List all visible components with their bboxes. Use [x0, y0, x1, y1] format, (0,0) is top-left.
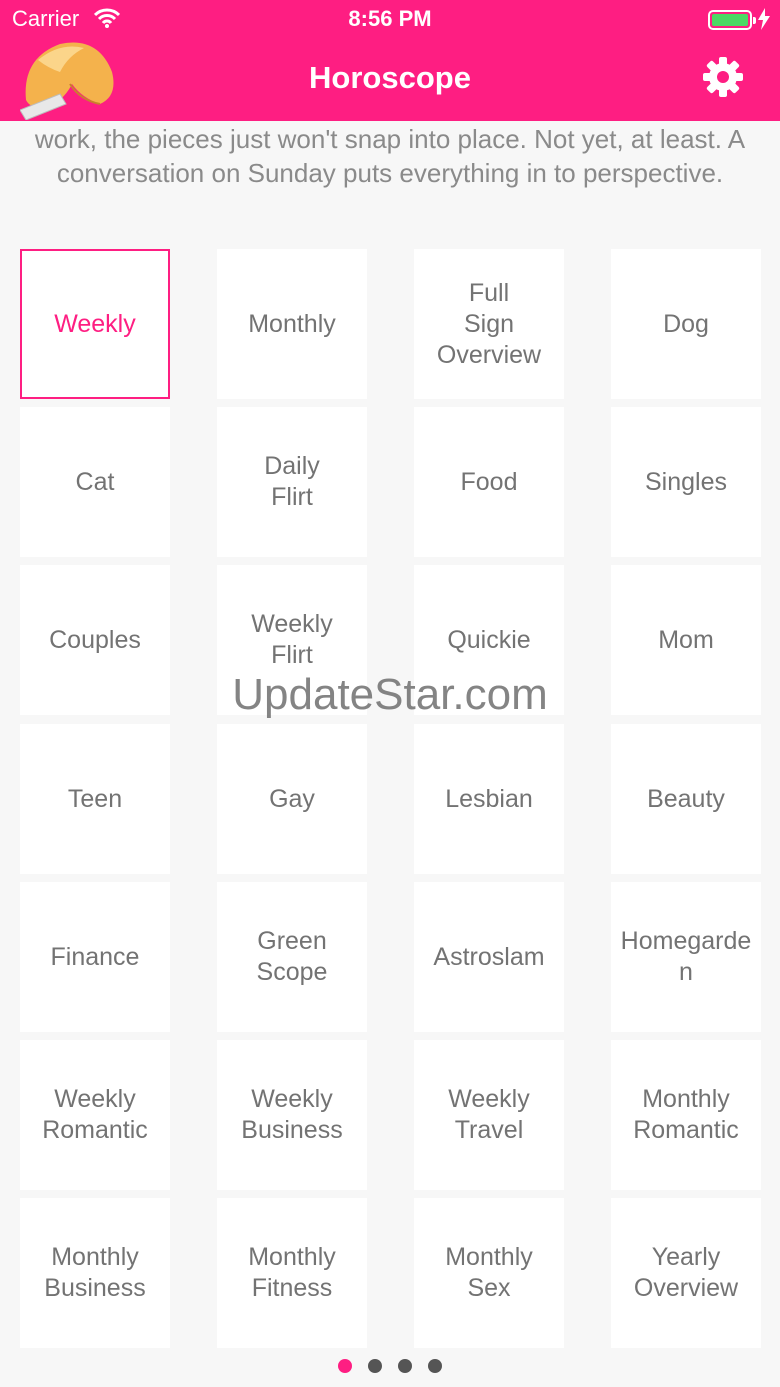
category-singles-button[interactable]: Singles [611, 407, 761, 557]
category-label: Finance [50, 942, 140, 971]
category-weekly-romantic-button[interactable]: Weekly Romantic [20, 1040, 170, 1190]
category-label: Yearly Overview [633, 1243, 739, 1302]
page-dot[interactable] [398, 1359, 412, 1373]
category-label: Cat [75, 467, 115, 496]
category-monthly-romantic-button[interactable]: Monthly Romantic [611, 1040, 761, 1190]
category-full-sign-overview-button[interactable]: Full Sign Overview [414, 249, 564, 399]
category-label: Singles [645, 467, 727, 496]
category-finance-button[interactable]: Finance [20, 882, 170, 1032]
category-label: Monthly Romantic [633, 1085, 739, 1144]
category-beauty-button[interactable]: Beauty [611, 724, 761, 874]
category-label: Lesbian [445, 784, 533, 813]
category-monthly-fitness-button[interactable]: Monthly Fitness [217, 1198, 367, 1348]
category-daily-flirt-button[interactable]: Daily Flirt [217, 407, 367, 557]
category-weekly-button[interactable]: Weekly [20, 249, 170, 399]
category-label: Gay [269, 784, 315, 813]
category-weekly-business-button[interactable]: Weekly Business [217, 1040, 367, 1190]
category-label: Couples [49, 625, 141, 654]
category-monthly-sex-button[interactable]: Monthly Sex [414, 1198, 564, 1348]
category-label: Homegarden [620, 927, 752, 986]
category-label: Green Scope [256, 927, 328, 986]
category-couples-button[interactable]: Couples [20, 565, 170, 715]
category-teen-button[interactable]: Teen [20, 724, 170, 874]
category-food-button[interactable]: Food [414, 407, 564, 557]
category-astroslam-button[interactable]: Astroslam [414, 882, 564, 1032]
category-monthly-button[interactable]: Monthly [217, 249, 367, 399]
category-quickie-button[interactable]: Quickie [414, 565, 564, 715]
category-label: Weekly Business [241, 1085, 343, 1144]
category-label: Food [460, 467, 518, 496]
category-label: Astroslam [433, 942, 545, 971]
category-label: Quickie [447, 625, 531, 654]
category-label: Weekly Flirt [251, 610, 333, 669]
category-label: Teen [67, 784, 123, 813]
category-label: Monthly [248, 309, 336, 338]
category-homegarden-button[interactable]: Homegarden [611, 882, 761, 1032]
category-mom-button[interactable]: Mom [611, 565, 761, 715]
page-dot[interactable] [338, 1359, 352, 1373]
category-label: Weekly [54, 309, 136, 338]
category-green-scope-button[interactable]: Green Scope [217, 882, 367, 1032]
category-label: Monthly Fitness [248, 1243, 336, 1302]
category-label: Mom [658, 625, 714, 654]
page-dot[interactable] [428, 1359, 442, 1373]
page-dot[interactable] [368, 1359, 382, 1373]
category-label: Weekly Travel [448, 1085, 530, 1144]
category-gay-button[interactable]: Gay [217, 724, 367, 874]
page-control[interactable] [0, 1359, 780, 1375]
category-label: Beauty [647, 784, 725, 813]
category-weekly-flirt-button[interactable]: Weekly Flirt [217, 565, 367, 715]
category-dog-button[interactable]: Dog [611, 249, 761, 399]
category-lesbian-button[interactable]: Lesbian [414, 724, 564, 874]
category-yearly-overview-button[interactable]: Yearly Overview [611, 1198, 761, 1348]
category-weekly-travel-button[interactable]: Weekly Travel [414, 1040, 564, 1190]
category-label: Monthly Business [44, 1243, 146, 1302]
category-grid: Weekly Monthly Full Sign Overview Dog Cat Daily… [0, 0, 780, 1387]
category-label: Dog [663, 309, 709, 338]
category-cat-button[interactable]: Cat [20, 407, 170, 557]
category-label: Daily Flirt [264, 452, 320, 511]
category-label: Weekly Romantic [42, 1085, 148, 1144]
category-monthly-business-button[interactable]: Monthly Business [20, 1198, 170, 1348]
category-label: Full Sign Overview [436, 278, 542, 369]
category-label: Monthly Sex [445, 1243, 533, 1302]
